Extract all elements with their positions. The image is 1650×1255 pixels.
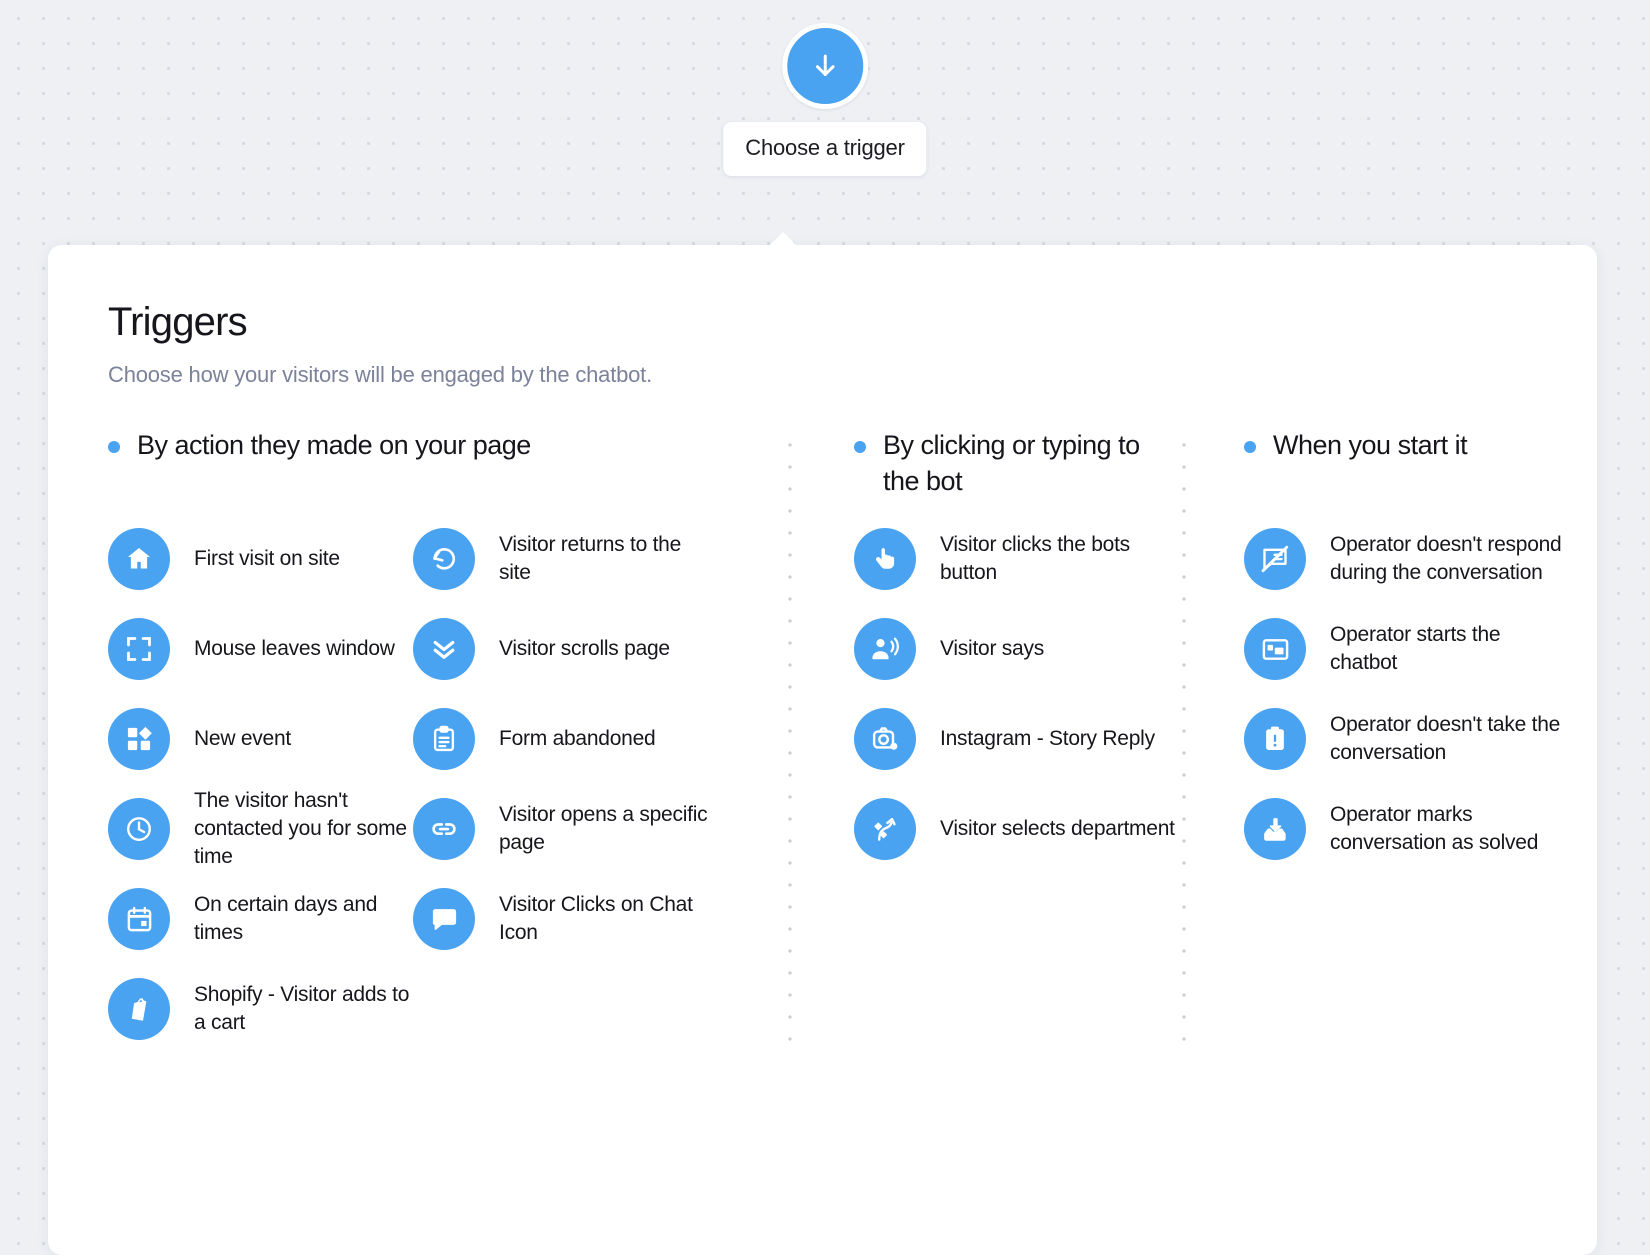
trigger-circle-button[interactable]	[781, 23, 868, 109]
trigger-label[interactable]: Choose a trigger	[723, 122, 927, 176]
trigger-item-label: Form abandoned	[499, 727, 656, 751]
rotate-left-icon	[413, 528, 475, 590]
trigger-item-label: The visitor hasn't contacted you for som…	[194, 789, 407, 868]
trigger-item-clicks-bots-button[interactable]: Visitor clicks the bots button	[854, 514, 1182, 604]
trigger-group-by-clicking: By clicking or typing to the bot Visitor…	[792, 428, 1182, 874]
group-header: By clicking or typing to the bot	[854, 428, 1182, 514]
fullscreen-exit-icon	[108, 618, 170, 680]
trigger-item-label: Visitor scrolls page	[499, 637, 670, 661]
trigger-group-by-action: By action they made on your page First v…	[108, 428, 788, 1054]
shopify-bag-icon	[108, 978, 170, 1040]
trigger-item-label: Operator doesn't take the conversation	[1330, 713, 1561, 764]
trigger-list-column: Visitor clicks the bots button Visitor s…	[854, 514, 1182, 874]
page-title: Triggers	[108, 300, 248, 344]
trigger-list-column: Operator doesn't respond during the conv…	[1244, 514, 1566, 874]
trigger-item-operator-starts-chatbot[interactable]: Operator starts the chatbot	[1244, 604, 1566, 694]
trigger-item-first-visit[interactable]: First visit on site	[108, 514, 413, 604]
trigger-item-operator-no-respond[interactable]: Operator doesn't respond during the conv…	[1244, 514, 1566, 604]
trigger-group-when-you-start: When you start it Operator doesn't respo…	[1186, 428, 1566, 874]
group-title: When you start it	[1273, 430, 1468, 460]
trigger-list-column: First visit on site Mouse leaves window …	[108, 514, 413, 1054]
bullet-dot-icon	[854, 441, 866, 453]
home-icon	[108, 528, 170, 590]
trigger-item-label: Visitor says	[940, 637, 1044, 661]
trigger-item-shopify-cart[interactable]: Shopify - Visitor adds to a cart	[108, 964, 413, 1054]
person-speaking-icon	[854, 618, 916, 680]
triggers-card: Triggers Choose how your visitors will b…	[48, 245, 1597, 1255]
clipboard-icon	[413, 708, 475, 770]
trigger-item-label: First visit on site	[194, 547, 340, 571]
link-icon	[413, 798, 475, 860]
trigger-node[interactable]: Choose a trigger	[723, 23, 927, 176]
tap-pointer-icon	[854, 528, 916, 590]
trigger-item-label: Operator starts the chatbot	[1330, 623, 1501, 674]
trigger-item-label: Mouse leaves window	[194, 637, 395, 661]
trigger-item-operator-no-take[interactable]: Operator doesn't take the conversation	[1244, 694, 1566, 784]
trigger-item-label: Shopify - Visitor adds to a cart	[194, 983, 410, 1034]
chat-window-icon	[1244, 618, 1306, 680]
trigger-item-label: On certain days and times	[194, 893, 378, 944]
chat-no-reply-icon	[1244, 528, 1306, 590]
trigger-item-visitor-scrolls[interactable]: Visitor scrolls page	[413, 604, 713, 694]
group-header: When you start it	[1244, 428, 1566, 514]
trigger-groups: By action they made on your page First v…	[108, 428, 1597, 1054]
trigger-item-opens-specific-page[interactable]: Visitor opens a specific page	[413, 784, 713, 874]
trigger-item-label: Visitor Clicks on Chat Icon	[499, 893, 693, 944]
trigger-item-certain-days[interactable]: On certain days and times	[108, 874, 413, 964]
trigger-item-new-event[interactable]: New event	[108, 694, 413, 784]
trigger-item-not-contacted[interactable]: The visitor hasn't contacted you for som…	[108, 784, 413, 874]
page-subtitle: Choose how your visitors will be engaged…	[108, 362, 653, 387]
trigger-item-mouse-leaves[interactable]: Mouse leaves window	[108, 604, 413, 694]
trigger-item-instagram-story-reply[interactable]: Instagram - Story Reply	[854, 694, 1182, 784]
branch-split-icon	[854, 798, 916, 860]
trigger-item-clicks-chat-icon[interactable]: Visitor Clicks on Chat Icon	[413, 874, 713, 964]
trigger-item-form-abandoned[interactable]: Form abandoned	[413, 694, 713, 784]
arrow-down-icon	[808, 49, 842, 83]
trigger-item-label: Visitor opens a specific page	[499, 803, 708, 854]
trigger-list-column: Visitor returns to the site Visitor scro…	[413, 514, 713, 1054]
instagram-camera-icon	[854, 708, 916, 770]
clock-icon	[108, 798, 170, 860]
calendar-icon	[108, 888, 170, 950]
double-chevron-down-icon	[413, 618, 475, 680]
bullet-dot-icon	[1244, 441, 1256, 453]
trigger-item-visitor-says[interactable]: Visitor says	[854, 604, 1182, 694]
card-notch	[768, 232, 798, 247]
chat-bubble-icon	[413, 888, 475, 950]
trigger-item-label: Operator marks conversation as solved	[1330, 803, 1539, 854]
trigger-item-label: Visitor returns to the site	[499, 533, 682, 584]
clipboard-alert-icon	[1244, 708, 1306, 770]
group-header: By action they made on your page	[108, 428, 788, 514]
trigger-item-label: Instagram - Story Reply	[940, 727, 1155, 751]
widgets-icon	[108, 708, 170, 770]
group-title: By clicking or typing to the bot	[883, 430, 1140, 496]
trigger-item-label: Operator doesn't respond during the conv…	[1330, 533, 1562, 584]
trigger-item-label: New event	[194, 727, 291, 751]
trigger-item-label: Visitor selects department	[940, 817, 1175, 841]
trigger-item-visitor-returns[interactable]: Visitor returns to the site	[413, 514, 713, 604]
trigger-item-selects-department[interactable]: Visitor selects department	[854, 784, 1182, 874]
inbox-download-icon	[1244, 798, 1306, 860]
bullet-dot-icon	[108, 441, 120, 453]
trigger-item-label: Visitor clicks the bots button	[940, 533, 1130, 584]
trigger-item-operator-marks-solved[interactable]: Operator marks conversation as solved	[1244, 784, 1566, 874]
group-title: By action they made on your page	[137, 430, 531, 460]
